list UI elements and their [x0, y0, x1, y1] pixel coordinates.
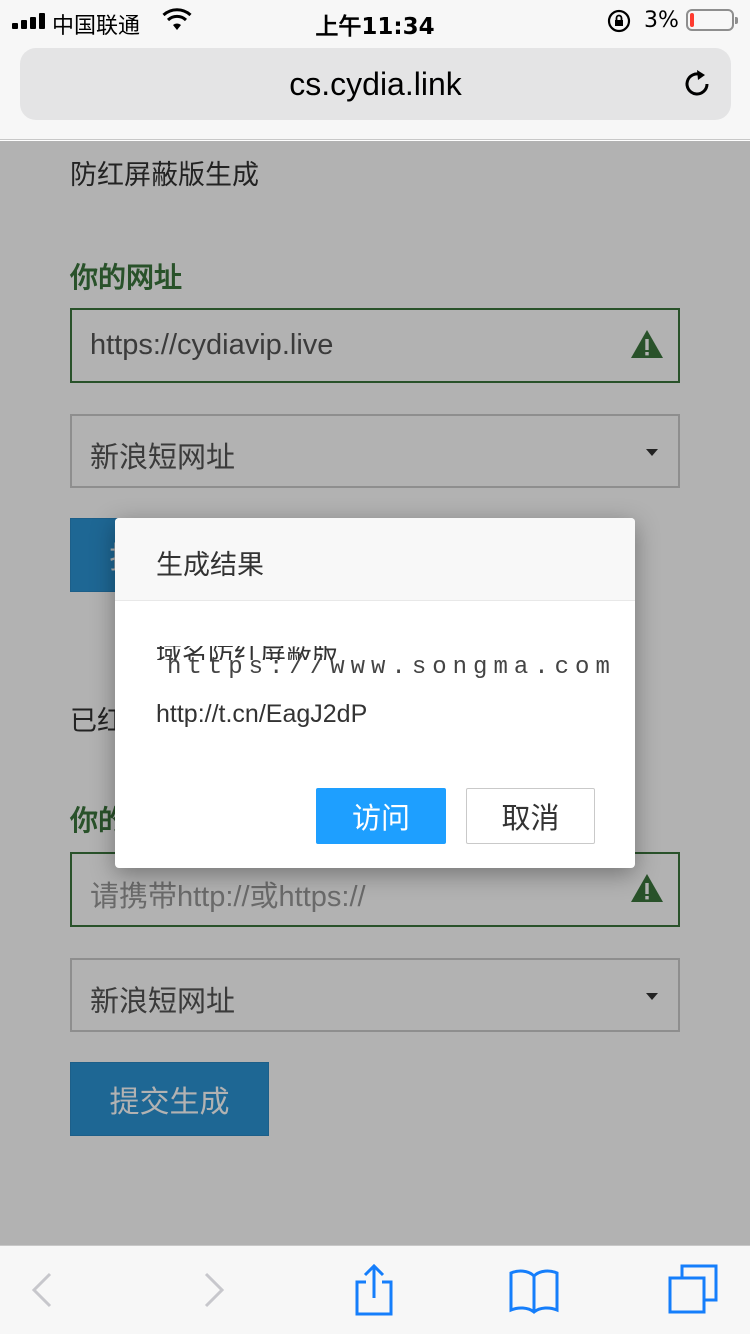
address-bar-container: cs.cydia.link — [0, 40, 750, 140]
bookmarks-icon[interactable] — [508, 1264, 560, 1316]
browser-toolbar — [0, 1245, 750, 1334]
battery-percent: 3% — [644, 8, 679, 33]
status-time: 上午11:34 — [315, 14, 435, 40]
back-icon[interactable] — [18, 1264, 70, 1316]
tabs-icon[interactable] — [668, 1264, 720, 1316]
status-bar: 中国联通 上午11:34 3% — [0, 0, 750, 40]
forward-icon[interactable] — [186, 1264, 238, 1316]
address-bar[interactable]: cs.cydia.link — [20, 48, 731, 120]
watermark-text: https://www.songma.com — [167, 654, 616, 681]
share-icon[interactable] — [348, 1264, 400, 1316]
rotation-lock-icon — [607, 9, 631, 33]
cancel-button[interactable]: 取消 — [466, 788, 595, 844]
battery-icon — [686, 9, 738, 31]
result-url: http://t.cn/EagJ2dP — [156, 700, 368, 728]
battery-fill — [690, 13, 694, 27]
url-text[interactable]: cs.cydia.link — [20, 66, 731, 103]
dialog-title: 生成结果 — [156, 550, 264, 581]
reload-icon[interactable] — [681, 68, 713, 100]
dialog-header: 生成结果 — [115, 518, 635, 601]
visit-button[interactable]: 访问 — [316, 788, 446, 844]
result-dialog: 生成结果 域名防红屏蔽版 https://www.songma.com http… — [115, 518, 635, 868]
